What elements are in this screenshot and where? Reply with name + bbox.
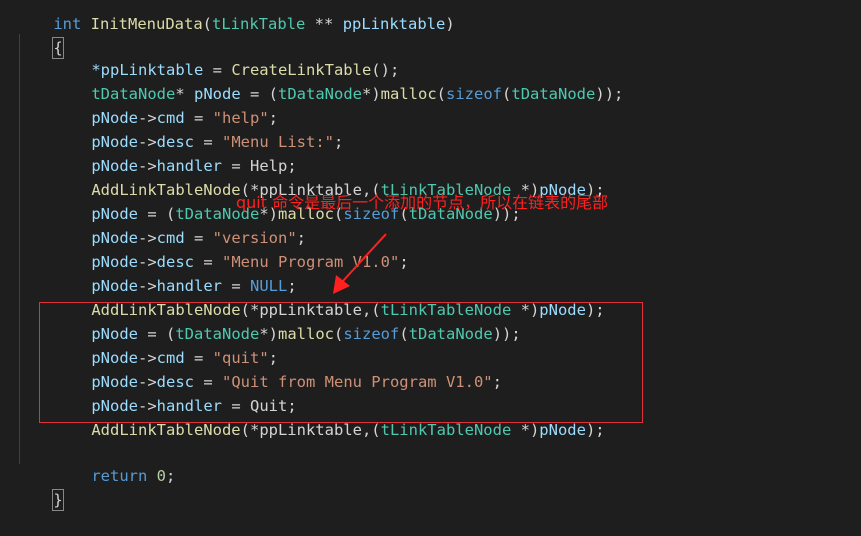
punctuation: (* — [240, 421, 260, 439]
code-line[interactable]: pNode->desc = "Menu List:"; — [54, 106, 343, 151]
cast-type: tDataNode — [278, 85, 362, 103]
code-line-signature[interactable]: int InitMenuData(tLinkTable ** ppLinktab… — [16, 0, 454, 33]
identifier: ppLinktable — [259, 421, 362, 439]
highlight-box — [39, 302, 643, 423]
code-line[interactable]: AddLinkTableNode(*ppLinktable,(tLinkTabl… — [54, 274, 604, 319]
punctuation: *) — [362, 85, 381, 103]
type-name: tDataNode — [511, 85, 596, 103]
code-line[interactable]: pNode->cmd = "help"; — [54, 82, 278, 127]
punctuation: ; — [166, 467, 176, 485]
paren: ( — [202, 15, 212, 33]
punctuation: ); — [585, 421, 605, 439]
keyword: sizeof — [446, 85, 503, 103]
param-name: ppLinktable — [342, 15, 446, 33]
paren: ) — [445, 15, 455, 33]
param-type: tLinkTable — [212, 15, 306, 33]
identifier: pNode — [539, 421, 586, 439]
number-literal: 0 — [156, 467, 167, 485]
code-line[interactable]: AddLinkTableNode(*ppLinktable,(tLinkTabl… — [54, 154, 604, 199]
punctuation: )); — [595, 85, 624, 103]
pointer-stars: ** — [314, 15, 334, 33]
function-call: malloc — [380, 85, 437, 103]
annotation-text: quit 命令是最后一个添加的节点，所以在链表的尾部 — [236, 193, 609, 212]
code-line[interactable]: *ppLinktable = CreateLinkTable(); — [54, 34, 399, 79]
punctuation: ; — [333, 133, 344, 151]
function-name: InitMenuData — [90, 15, 203, 33]
type-name: tLinkTableNode — [380, 421, 512, 439]
function-call: AddLinkTableNode — [91, 421, 241, 439]
indent-guide — [19, 34, 20, 464]
code-line[interactable]: tDataNode* pNode = (tDataNode*)malloc(si… — [54, 58, 623, 103]
code-line-close-brace[interactable]: } — [15, 464, 64, 511]
code-line[interactable]: pNode->handler = NULL; — [54, 250, 296, 295]
code-line[interactable]: return 0; — [54, 440, 175, 485]
keyword: return — [91, 467, 148, 485]
code-line[interactable]: pNode->handler = Help; — [54, 130, 296, 175]
punctuation: ; — [399, 253, 409, 271]
code-line-open-brace[interactable]: { — [15, 12, 64, 59]
matched-close-brace: } — [52, 489, 64, 511]
punctuation: ( — [436, 85, 447, 103]
punctuation: ,( — [361, 421, 381, 439]
punctuation: *) — [511, 421, 540, 439]
code-line[interactable]: pNode->desc = "Menu Program V1.0"; — [54, 226, 408, 271]
punctuation: ( — [502, 85, 512, 103]
